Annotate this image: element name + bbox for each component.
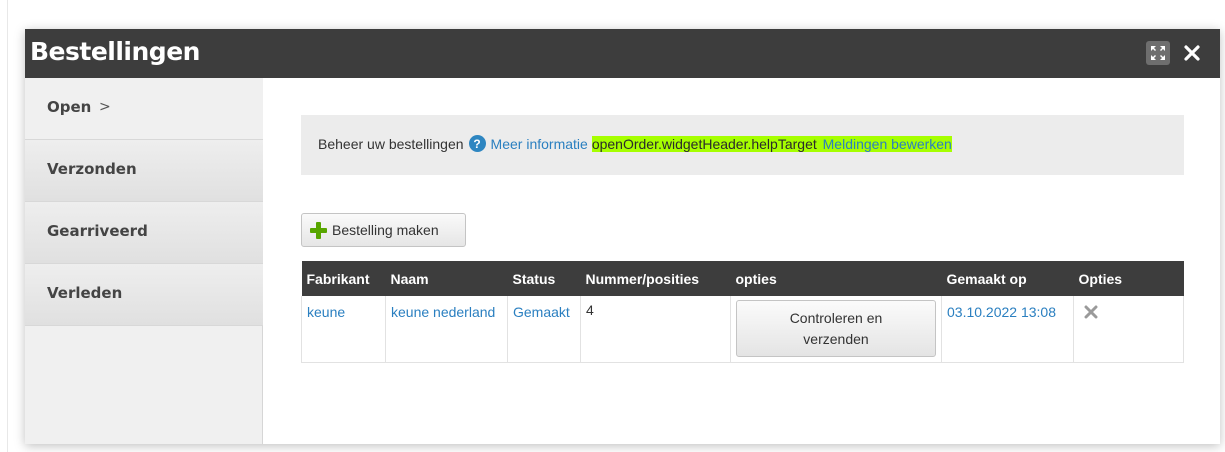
column-header[interactable]: Nummer/posities: [580, 261, 731, 296]
column-header: opties: [730, 261, 942, 296]
column-header[interactable]: Naam: [385, 261, 508, 296]
cell-fabrikant: keune: [301, 296, 386, 363]
sidebar-item-verleden[interactable]: Verleden: [25, 264, 263, 326]
orders-table: Fabrikant Naam Status Nummer/posities op…: [301, 261, 1184, 363]
sidebar: Open > Verzonden Gearriveerd Verleden: [25, 78, 263, 444]
info-text: Beheer uw bestellingen: [318, 135, 464, 152]
edit-notifications-link[interactable]: Meldingen bewerken: [823, 136, 952, 152]
cell-gemaakt-op: 03.10.2022 13:08: [941, 296, 1074, 363]
create-order-button[interactable]: Bestelling maken: [301, 213, 466, 247]
sidebar-item-label: Gearriveerd: [47, 222, 148, 240]
plus-icon: [310, 221, 327, 239]
created-at-link[interactable]: 03.10.2022 13:08: [947, 302, 1068, 322]
main-content: Beheer uw bestellingen ? Meer informatie…: [263, 78, 1220, 444]
cell-nummer: 4: [580, 296, 731, 363]
cell-naam: keune nederland: [385, 296, 508, 363]
page-border: [7, 0, 8, 452]
table-row: keune keune nederland Gemaakt 4 Controle…: [301, 296, 1184, 363]
info-row: Beheer uw bestellingen ? Meer informatie…: [318, 135, 952, 152]
help-icon[interactable]: ?: [468, 135, 486, 152]
highlighted-links: openOrder.widgetHeader.helpTarget Meldin…: [591, 135, 952, 152]
sidebar-item-verzonden[interactable]: Verzonden: [25, 140, 263, 202]
cell-delete: [1073, 296, 1184, 363]
window-title: Bestellingen: [30, 37, 200, 66]
delete-icon[interactable]: [1084, 305, 1098, 322]
column-header[interactable]: Fabrikant: [301, 261, 386, 296]
sidebar-item-label: Open: [47, 98, 92, 116]
cell-status: Gemaakt: [507, 296, 581, 363]
close-icon[interactable]: [1180, 41, 1204, 65]
table-header-row: Fabrikant Naam Status Nummer/posities op…: [301, 261, 1184, 296]
column-header[interactable]: Status: [507, 261, 581, 296]
title-bar: Bestellingen: [25, 29, 1220, 78]
orders-window: Bestellingen Open > Verzonden Gearriveer…: [25, 29, 1220, 444]
help-target-link[interactable]: openOrder.widgetHeader.helpTarget: [592, 136, 817, 152]
column-header: Opties: [1073, 261, 1184, 296]
chevron-right-icon: >: [99, 99, 111, 115]
check-and-send-button[interactable]: Controleren en verzenden: [736, 300, 936, 357]
name-link[interactable]: keune nederland: [391, 302, 502, 322]
expand-icon[interactable]: [1146, 41, 1170, 65]
sidebar-item-gearriveerd[interactable]: Gearriveerd: [25, 202, 263, 264]
more-info-link[interactable]: Meer informatie: [491, 136, 588, 152]
create-order-label: Bestelling maken: [332, 222, 439, 238]
sidebar-item-label: Verleden: [47, 284, 123, 302]
sidebar-item-open[interactable]: Open >: [25, 78, 263, 140]
column-header[interactable]: Gemaakt op: [941, 261, 1074, 296]
cell-opties: Controleren en verzenden: [730, 296, 942, 363]
sidebar-item-label: Verzonden: [47, 160, 137, 178]
manufacturer-link[interactable]: keune: [307, 302, 380, 322]
info-panel: Beheer uw bestellingen ? Meer informatie…: [301, 115, 1184, 175]
status-link[interactable]: Gemaakt: [513, 302, 575, 322]
